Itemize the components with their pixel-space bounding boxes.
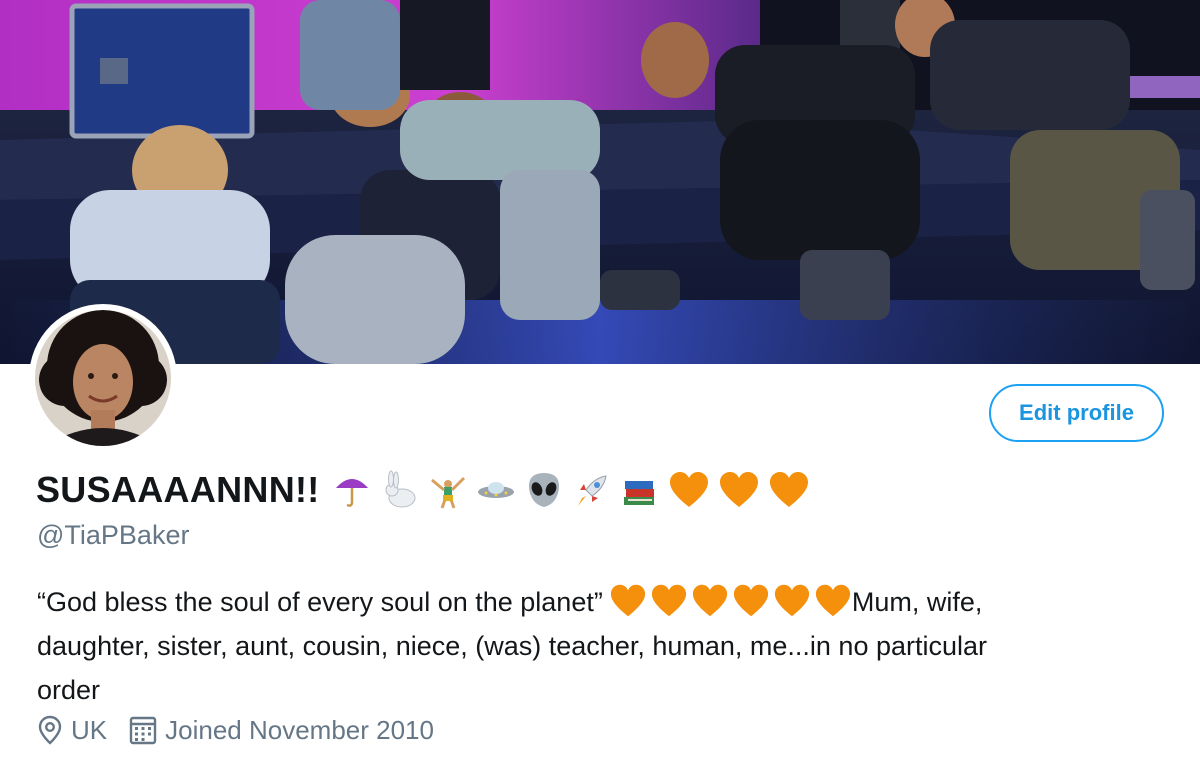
location-item: UK bbox=[37, 715, 107, 746]
orange-heart-emoji-icon bbox=[651, 584, 686, 617]
display-name-text: SUSAAAANNN!! bbox=[36, 469, 320, 510]
avatar[interactable] bbox=[29, 304, 177, 452]
bio-quote: “God bless the soul of every soul on the… bbox=[37, 587, 603, 617]
profile-display-name: SUSAAAANNN!! bbox=[36, 468, 810, 512]
bio-line-3: order bbox=[37, 675, 101, 705]
joined-item: Joined November 2010 bbox=[129, 715, 434, 746]
profile-bio: “God bless the soul of every soul on the… bbox=[37, 580, 1167, 712]
orange-heart-emoji-icon bbox=[769, 472, 808, 507]
location-pin-icon bbox=[38, 715, 62, 745]
profile-page: Edit profile SUSAAAANNN!! @TiaPBaker “Go… bbox=[0, 0, 1200, 767]
bio-rest-line1: Mum, wife, bbox=[851, 587, 983, 617]
edit-profile-button[interactable]: Edit profile bbox=[989, 384, 1164, 442]
location-text: UK bbox=[71, 714, 108, 745]
bio-line-2: daughter, sister, aunt, cousin, niece, (… bbox=[37, 631, 988, 661]
rabbit-emoji-icon bbox=[385, 470, 416, 508]
bio-line-1: “God bless the soul of every soul on the… bbox=[37, 580, 1167, 624]
joined-text: Joined November 2010 bbox=[165, 714, 434, 745]
umbrella-emoji-icon bbox=[335, 479, 368, 507]
orange-heart-emoji-icon bbox=[669, 472, 708, 507]
rocket-emoji-icon bbox=[577, 475, 607, 506]
orange-heart-emoji-icon bbox=[610, 584, 645, 617]
bio-hearts bbox=[609, 583, 852, 619]
profile-meta: UK Joined November 2010 bbox=[37, 710, 434, 750]
alien-emoji-icon bbox=[528, 473, 559, 507]
calendar-icon bbox=[129, 716, 157, 745]
cartwheel-emoji-icon bbox=[430, 476, 465, 509]
avatar-image bbox=[35, 310, 171, 446]
header-banner-image[interactable] bbox=[0, 0, 1200, 364]
profile-handle: @TiaPBaker bbox=[37, 520, 190, 550]
orange-heart-emoji-icon bbox=[719, 472, 758, 507]
name-emoji-row bbox=[332, 470, 810, 510]
ufo-emoji-icon bbox=[477, 482, 514, 498]
banner-photo bbox=[0, 0, 1200, 364]
orange-heart-emoji-icon bbox=[774, 584, 809, 617]
orange-heart-emoji-icon bbox=[692, 584, 727, 617]
books-emoji-icon bbox=[623, 481, 654, 505]
orange-heart-emoji-icon bbox=[733, 584, 768, 617]
orange-heart-emoji-icon bbox=[815, 584, 850, 617]
